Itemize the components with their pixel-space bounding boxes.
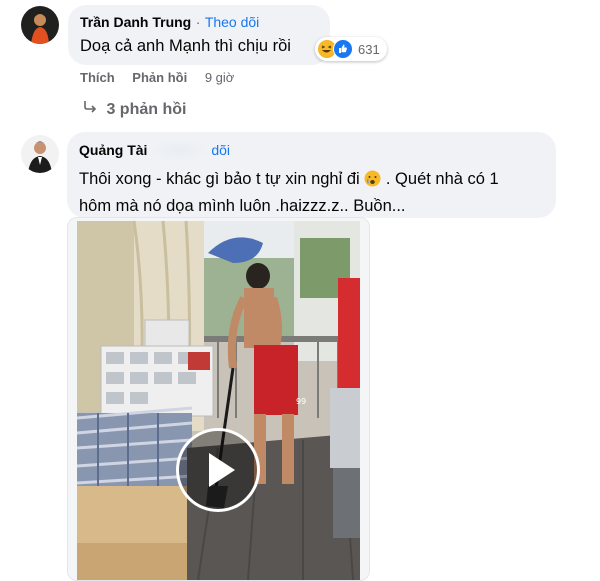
jersey-number: 99: [296, 397, 306, 406]
reply-arrow-icon: [82, 98, 98, 119]
blurred-region: [151, 141, 207, 161]
separator: ·: [195, 14, 201, 30]
comment-author[interactable]: Trần Danh Trung: [80, 14, 191, 30]
avatar[interactable]: [21, 6, 59, 44]
reply-action[interactable]: Phản hồi: [132, 70, 187, 85]
reaction-summary[interactable]: 631: [315, 37, 387, 61]
follow-link[interactable]: Theo dõi: [205, 14, 259, 30]
comment-bubble: Trần Danh Trung · Theo dõi Doạ cả anh Mạ…: [68, 5, 330, 65]
reaction-count: 631: [358, 41, 380, 57]
play-icon: [209, 453, 235, 487]
comment-text: Doạ cả anh Mạnh thì chịu rồi: [80, 37, 291, 55]
like-icon: [333, 39, 353, 59]
replies-count-label: 3 phản hồi: [106, 101, 187, 118]
avatar[interactable]: [21, 135, 59, 173]
comment-bubble: Quảng Tài dõi Thôi xong - khác gì bảo t …: [67, 132, 556, 218]
follow-link[interactable]: dõi: [211, 142, 230, 158]
crying-face-icon: [364, 170, 381, 194]
video-attachment[interactable]: 99: [67, 217, 370, 581]
comment-text-line2: hôm mà nó dọa mình luôn .haizzz.z.. Buồn…: [79, 197, 406, 215]
comment-text-line1-suffix: . Quét nhà có 1: [385, 170, 499, 188]
timestamp[interactable]: 9 giờ: [205, 70, 235, 85]
like-action[interactable]: Thích: [80, 70, 115, 85]
comment-text-line1: Thôi xong - khác gì bảo t tự xin nghỉ đi: [79, 170, 360, 188]
play-button[interactable]: [176, 428, 260, 512]
view-replies[interactable]: 3 phản hồi: [82, 98, 186, 119]
comment-actions: Thích Phản hồi 9 giờ: [80, 70, 248, 85]
comment-text: Thôi xong - khác gì bảo t tự xin nghỉ đi…: [79, 167, 544, 218]
comment-author[interactable]: Quảng Tài: [79, 142, 147, 158]
video-thumbnail: 99: [76, 220, 360, 580]
